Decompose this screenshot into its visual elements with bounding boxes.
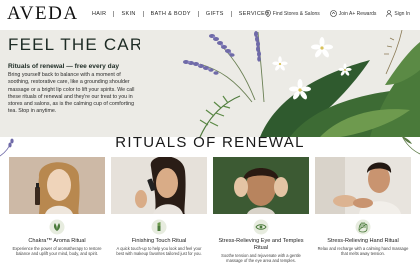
ritual-title: Chakra™ Aroma Ritual	[28, 238, 86, 244]
nav-divider	[230, 11, 232, 17]
eye-temples-ritual-photo	[213, 157, 309, 214]
lipstick-ritual-icon	[151, 219, 167, 235]
ritual-description: Relax and recharge with a calming hand m…	[317, 246, 409, 257]
utility-nav: Find Stores & Salons Join A+ Rewards Sig…	[255, 10, 410, 17]
ritual-card-hand[interactable]: Stress-Relieving Hand Ritual Relax and r…	[315, 157, 411, 280]
nav-gifts[interactable]: GIFTS	[206, 11, 224, 17]
chakra-ritual-photo	[9, 157, 105, 214]
hand-ritual-photo	[315, 157, 411, 214]
nav-divider	[113, 11, 115, 17]
find-stores-label: Find Stores & Salons	[272, 10, 320, 17]
botanical-image	[140, 30, 420, 137]
sign-in-label: Sign In	[394, 10, 410, 17]
rituals-heading: RITUALS OF RENEWAL	[115, 134, 305, 151]
hero-title: FEEL THE CARE	[8, 35, 156, 54]
nav-divider	[197, 11, 199, 17]
aveda-logo[interactable]: AVEDA	[7, 3, 79, 25]
ritual-title: Finishing Touch Ritual	[131, 238, 187, 244]
hero-banner: FEEL THE CARE Rituals of renewal — free …	[0, 30, 420, 137]
hand-ritual-icon	[355, 219, 371, 235]
eye-ritual-icon	[253, 219, 269, 235]
nav-hair[interactable]: HAIR	[92, 11, 106, 17]
location-pin-icon	[264, 10, 271, 17]
chakra-ritual-icon	[49, 219, 65, 235]
user-icon	[386, 10, 393, 17]
ritual-cards: Chakra™ Aroma Ritual Experience the powe…	[9, 156, 411, 280]
nav-skin[interactable]: SKIN	[121, 11, 135, 17]
nav-bath-body[interactable]: BATH & BODY	[151, 11, 191, 17]
rewards-link[interactable]: Join A+ Rewards	[329, 10, 377, 17]
rewards-label: Join A+ Rewards	[338, 10, 377, 17]
ritual-card-finishing-touch[interactable]: Finishing Touch Ritual A quick touch-up …	[111, 156, 207, 280]
finishing-touch-ritual-photo	[111, 156, 207, 214]
ritual-description: A quick touch-up to help you look and fe…	[116, 246, 202, 257]
ritual-card-chakra[interactable]: Chakra™ Aroma Ritual Experience the powe…	[9, 157, 105, 280]
hero-subtitle: Rituals of renewal — free every day	[8, 63, 120, 70]
ritual-card-eye-temples[interactable]: Stress-Relieving Eye and Temples Ritual …	[213, 157, 309, 280]
main-nav: HAIR SKIN BATH & BODY GIFTS SERVICES	[92, 11, 269, 17]
sign-in-link[interactable]: Sign In	[386, 10, 410, 17]
rewards-icon	[329, 10, 337, 17]
ritual-description: Soothe tension and rejuvenate with a gen…	[221, 253, 301, 264]
ritual-title: Stress-Relieving Hand Ritual	[327, 238, 399, 244]
site-header: AVEDA HAIR SKIN BATH & BODY GIFTS SERVIC…	[0, 0, 420, 31]
ritual-description: Experience the power of aromatherapy to …	[12, 246, 102, 257]
hero-description: Bring yourself back to balance with a mo…	[8, 72, 135, 115]
find-stores-link[interactable]: Find Stores & Salons	[264, 10, 320, 17]
nav-divider	[142, 11, 144, 17]
ritual-title: Stress-Relieving Eye and Temples Ritual	[218, 238, 304, 251]
